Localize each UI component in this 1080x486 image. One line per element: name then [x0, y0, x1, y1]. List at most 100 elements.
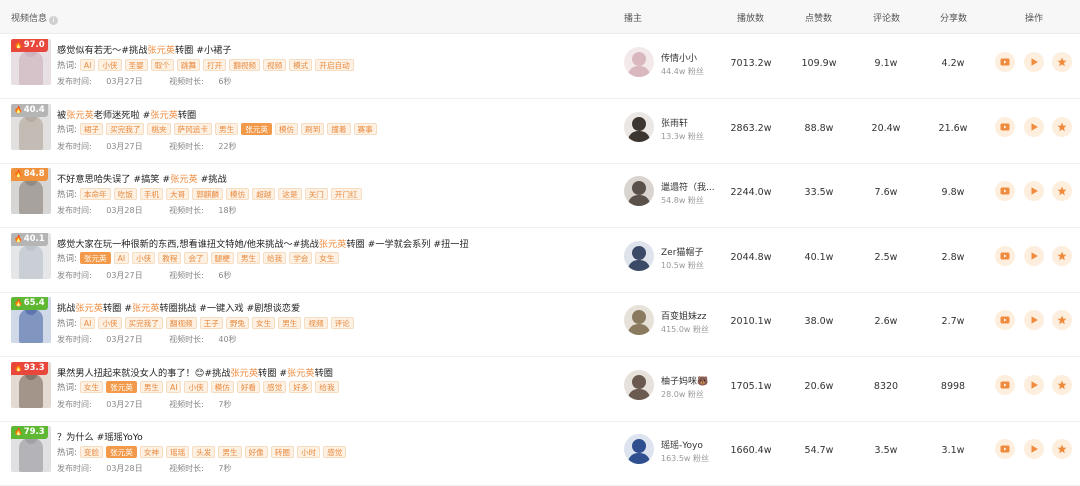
hot-word-tag[interactable]: 大哥	[166, 187, 190, 200]
hot-word-tag[interactable]: AI	[166, 381, 182, 393]
hot-word-tag[interactable]: 变脸	[79, 445, 104, 458]
video-detail-button[interactable]	[995, 439, 1015, 459]
play-button[interactable]	[1024, 374, 1044, 395]
hot-word-tag[interactable]: 感觉	[263, 381, 287, 393]
hot-word-tag[interactable]: 小侠	[98, 316, 122, 329]
hot-word-tag[interactable]: 刷到	[301, 123, 325, 135]
blogger-name[interactable]: 百变姐妹zz	[661, 309, 706, 322]
favorite-button[interactable]	[1052, 52, 1072, 72]
play-button[interactable]	[1024, 310, 1044, 330]
video-detail-button[interactable]	[995, 310, 1015, 330]
table-row[interactable]: 🔥40.1 感觉大家在玩一种很新的东西,想看谁扭文特她/他来挑战～#挑战张元英转…	[0, 228, 1080, 293]
table-row[interactable]: 🔥79.3 ？为什么 #瑶瑶YoYo 热词: 变脸 张元英 女神 瑶瑶 头发 男生 好像 转圈小…	[0, 421, 1080, 486]
hot-word-tag[interactable]: 视频	[263, 58, 287, 71]
hot-word-tag[interactable]: 模仿	[210, 381, 234, 393]
hot-word-tag[interactable]: 赛事	[353, 123, 377, 135]
hot-word-tag[interactable]: 好看	[236, 381, 261, 393]
hot-word-tag[interactable]: 翻视频	[229, 58, 261, 71]
hot-word-tag[interactable]: 教程	[158, 252, 182, 264]
hot-word-tag[interactable]: 王子	[199, 316, 223, 329]
hot-word-tag[interactable]: 郭麒麟	[192, 187, 223, 200]
hot-word-tag[interactable]: 模仿	[274, 123, 299, 135]
hot-word-tag[interactable]: AI	[79, 58, 96, 71]
hot-word-tag[interactable]: 给我	[315, 381, 339, 393]
table-row[interactable]: 🔥40.4 被张元英老师迷死啦 #张元英转圈 热词: 裙子 买完我了 桃夹 萨冈追卡 男生…	[0, 99, 1080, 164]
video-thumbnail[interactable]: 🔥40.1	[11, 232, 51, 279]
video-thumbnail[interactable]: 🔥93.3	[11, 361, 51, 408]
hot-word-tag[interactable]: 男生	[215, 123, 239, 135]
play-button[interactable]	[1024, 52, 1044, 72]
favorite-button[interactable]	[1052, 310, 1072, 330]
hot-word-tag[interactable]: 本命年	[79, 187, 111, 200]
hot-word-tag[interactable]: AI	[79, 316, 96, 329]
video-detail-button[interactable]	[995, 116, 1015, 137]
hot-word-tag[interactable]: 转圈	[270, 445, 294, 458]
video-thumbnail[interactable]: 🔥97.0	[11, 39, 51, 85]
hot-word-tag[interactable]: 萨冈追卡	[173, 123, 212, 135]
video-thumbnail[interactable]: 🔥65.4	[11, 297, 51, 343]
hot-word-tag[interactable]: 给我	[263, 252, 287, 264]
video-title[interactable]: 挑战张元英转圈 #张元英转圈挑战 #一键入戏 #剧想谈恋爱	[57, 300, 300, 314]
blogger-avatar[interactable]	[624, 176, 654, 206]
blogger-name[interactable]: 邋遢符（我...	[661, 180, 715, 193]
video-title[interactable]: 不好意思哈失误了 #搞笑 #张元英 #挑战	[57, 171, 227, 185]
blogger-name[interactable]: 柚子妈咪🐻	[661, 374, 708, 387]
hot-word-tag[interactable]: 取个	[150, 58, 174, 71]
hot-word-tag[interactable]: 买完我了	[106, 123, 145, 135]
hot-word-tag[interactable]: AI	[113, 252, 130, 264]
video-detail-button[interactable]	[995, 52, 1015, 72]
hot-word-tag[interactable]: 张元英	[106, 445, 137, 458]
favorite-button[interactable]	[1052, 181, 1072, 201]
blogger-avatar[interactable]	[624, 305, 654, 335]
hot-word-tag[interactable]: 张元英	[106, 381, 137, 393]
header-plays[interactable]: 播放数	[737, 11, 764, 24]
hot-word-tag[interactable]: 裙子	[79, 123, 104, 135]
hot-word-tag[interactable]: 男生	[278, 316, 302, 329]
hot-word-tag[interactable]: 好多	[289, 381, 313, 393]
play-button[interactable]	[1024, 245, 1044, 266]
hot-word-tag[interactable]: 撞着	[327, 123, 351, 135]
hot-word-tag[interactable]: 女生	[252, 316, 276, 329]
blogger-name[interactable]: 瑶瑶-Yoyo	[661, 438, 703, 451]
favorite-button[interactable]	[1052, 439, 1072, 459]
video-thumbnail[interactable]: 🔥40.4	[11, 103, 51, 150]
blogger-avatar[interactable]	[624, 369, 654, 400]
hot-word-tag[interactable]: 女生	[79, 381, 104, 393]
hot-word-tag[interactable]: 腿梗	[210, 252, 234, 264]
hot-word-tag[interactable]: 吃饭	[113, 187, 137, 200]
hot-word-tag[interactable]: 关门	[304, 187, 328, 200]
play-button[interactable]	[1024, 116, 1044, 137]
hot-word-tag[interactable]: 小侠	[132, 252, 156, 264]
video-title[interactable]: ？为什么 #瑶瑶YoYo	[57, 429, 143, 443]
play-button[interactable]	[1024, 439, 1044, 459]
favorite-button[interactable]	[1052, 116, 1072, 137]
hot-word-tag[interactable]: 好像	[244, 445, 268, 458]
blogger-avatar[interactable]	[624, 47, 654, 77]
table-row[interactable]: 🔥97.0 感觉似有若无～#挑战张元英转圈 #小裙子 热词: AI 小侠 圣婴 取个 跳舞…	[0, 34, 1080, 99]
hot-word-tag[interactable]: 开启自动	[315, 58, 354, 71]
hot-word-tag[interactable]: 翻视频	[165, 316, 197, 329]
hot-word-tag[interactable]: 桃夹	[147, 123, 171, 135]
hot-word-tag[interactable]: 圣婴	[124, 58, 148, 71]
video-detail-button[interactable]	[995, 374, 1015, 395]
hot-word-tag[interactable]: 会了	[184, 252, 208, 264]
hot-word-tag[interactable]: 张元英	[241, 123, 272, 135]
blogger-avatar[interactable]	[624, 240, 654, 271]
hot-word-tag[interactable]: 这是	[278, 187, 302, 200]
header-comments[interactable]: 评论数	[873, 11, 900, 24]
header-likes[interactable]: 点赞数	[805, 11, 832, 24]
hot-word-tag[interactable]: 模式	[289, 58, 313, 71]
hot-word-tag[interactable]: 模仿	[226, 187, 250, 200]
video-title[interactable]: 果然男人扭起来就没女人的事了！😊#挑战张元英转圈 #张元英转圈	[57, 365, 333, 379]
hot-word-tag[interactable]: 学会	[289, 252, 313, 264]
hot-word-tag[interactable]: 评论	[330, 316, 354, 329]
hot-word-tag[interactable]: 女神	[139, 445, 164, 458]
hot-word-tag[interactable]: 男生	[139, 381, 164, 393]
video-thumbnail[interactable]: 🔥84.8	[11, 168, 51, 214]
blogger-name[interactable]: Zer猫帽子	[661, 245, 703, 258]
blogger-avatar[interactable]	[624, 434, 654, 464]
hot-word-tag[interactable]: 小侠	[98, 58, 122, 71]
blogger-name[interactable]: 传情小小	[661, 51, 697, 64]
hot-word-tag[interactable]: 小时	[296, 445, 321, 458]
header-shares[interactable]: 分享数	[940, 11, 967, 24]
